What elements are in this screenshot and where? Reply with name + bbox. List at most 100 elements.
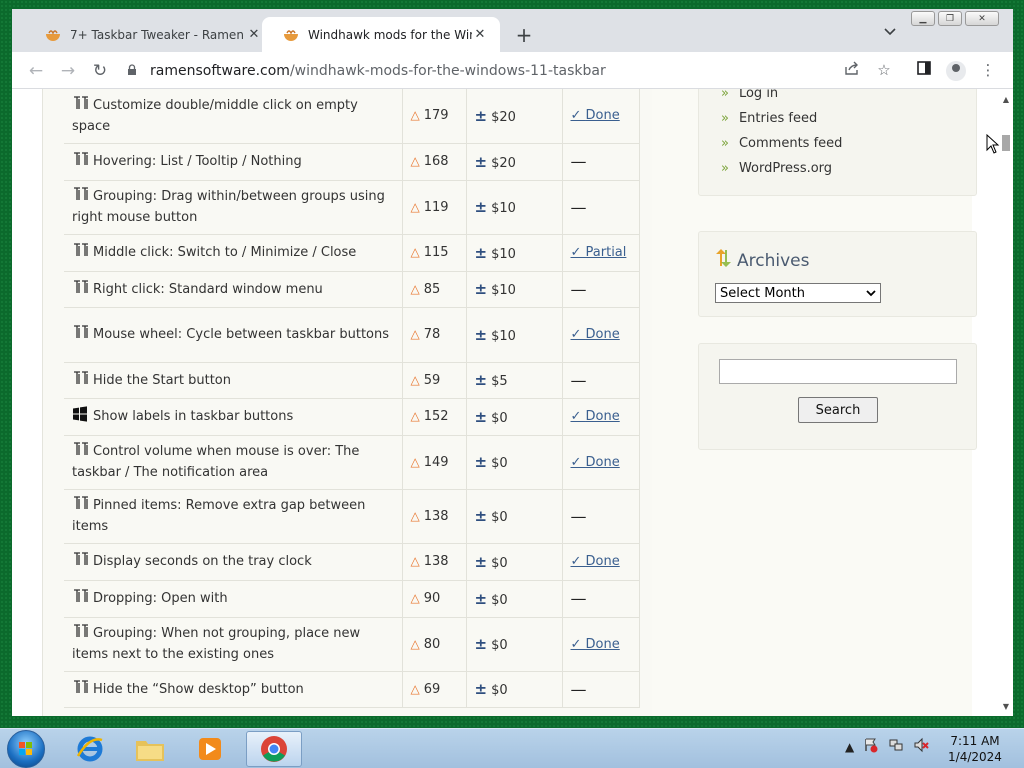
warning-triangle-icon: △	[410, 636, 420, 651]
plus-icon[interactable]: ±	[475, 326, 488, 344]
back-arrow-icon[interactable]: ←	[24, 59, 48, 83]
plus-icon[interactable]: ±	[475, 453, 488, 471]
table-row: Right click: Standard window menu △ 85 ± $10…	[64, 271, 640, 308]
status-done-link[interactable]: ✓ Done	[571, 455, 620, 470]
mod-name-cell: Control volume when mouse is over: The t…	[64, 435, 403, 490]
volume-muted-icon[interactable]	[913, 737, 929, 756]
status-done-link[interactable]: ✓ Done	[571, 554, 620, 569]
status-done-link[interactable]: ✓ Done	[571, 409, 620, 424]
plus-icon[interactable]: ±	[475, 280, 488, 298]
archives-heading: Archives	[715, 248, 976, 273]
plus-icon[interactable]: ±	[475, 507, 488, 525]
meta-link-comments-feed[interactable]: » Comments feed	[699, 131, 976, 156]
7tt-icon	[72, 324, 90, 340]
mod-name-cell: Mouse wheel: Cycle between taskbar butto…	[64, 307, 403, 363]
start-button-windows-icon[interactable]	[7, 730, 45, 768]
close-window-icon[interactable]: ✕	[965, 11, 999, 26]
status-done-link[interactable]: ✓ Done	[571, 108, 620, 123]
meta-link-wordpress[interactable]: » WordPress.org	[699, 156, 976, 181]
plus-icon[interactable]: ±	[475, 680, 488, 698]
mouse-cursor-icon	[986, 133, 1000, 158]
share-icon[interactable]	[842, 61, 862, 79]
maximize-icon[interactable]: ❐	[938, 11, 962, 26]
status-done-link[interactable]: ✓ Done	[571, 637, 620, 652]
meta-link-entries-feed[interactable]: » Entries feed	[699, 106, 976, 131]
status-none: —	[570, 679, 587, 699]
archives-month-select[interactable]: Select Month	[715, 283, 881, 303]
status-none: —	[570, 506, 587, 526]
forward-arrow-icon[interactable]: →	[56, 59, 80, 83]
system-clock[interactable]: 7:11 AM 1/4/2024	[935, 733, 1015, 765]
mod-name: Right click: Standard window menu	[93, 281, 323, 297]
status-cell: —	[562, 489, 640, 544]
plus-icon[interactable]: ±	[475, 408, 488, 426]
page-viewport: Customize double/middle click on empty s…	[12, 89, 999, 716]
plus-icon[interactable]: ±	[475, 553, 488, 571]
status-cell: ✓ Partial	[562, 234, 640, 272]
new-tab-plus-icon[interactable]: +	[512, 23, 536, 47]
price-value: $0	[491, 456, 508, 471]
price-value: $0	[491, 510, 508, 525]
status-cell: ✓ Done	[562, 307, 640, 363]
7tt-icon	[72, 679, 90, 695]
side-panel-icon[interactable]	[914, 61, 934, 79]
table-row: Display seconds on the tray clock △ 138 ± $0…	[64, 543, 640, 581]
status-cell: —	[562, 143, 640, 181]
price-cell: ± $5	[466, 362, 563, 399]
tab-search-chevron-icon[interactable]	[884, 25, 896, 39]
tab-7tt[interactable]: 7+ Taskbar Tweaker - Ramen Sof ✕	[24, 17, 274, 52]
chrome-taskbar-icon[interactable]	[246, 731, 302, 767]
address-bar[interactable]: ramensoftware.com/windhawk-mods-for-the-…	[122, 57, 922, 85]
ramen-bowl-icon	[44, 27, 62, 43]
status-cell: ✓ Done	[562, 617, 640, 672]
price-cell: ± $0	[466, 580, 563, 618]
network-icon[interactable]	[888, 737, 904, 756]
internet-explorer-icon[interactable]	[62, 731, 118, 767]
tab-windhawk[interactable]: Windhawk mods for the Windows ✕	[262, 17, 500, 52]
action-center-flag-icon[interactable]	[863, 737, 879, 756]
votes-cell: △ 149	[402, 435, 467, 490]
search-button[interactable]: Search	[798, 397, 878, 423]
plus-icon[interactable]: ±	[475, 244, 488, 262]
plus-icon[interactable]: ±	[475, 198, 488, 216]
status-cell: —	[562, 580, 640, 618]
raquo-icon: »	[721, 111, 729, 126]
show-hidden-icons-icon[interactable]: ▲	[845, 740, 854, 754]
mod-name: Middle click: Switch to / Minimize / Clo…	[93, 245, 357, 260]
kebab-menu-icon[interactable]: ⋮	[978, 61, 998, 79]
media-player-icon[interactable]	[182, 731, 238, 767]
price-cell: ± $10	[466, 234, 563, 272]
price-value: $0	[491, 592, 508, 608]
7tt-icon	[72, 441, 90, 457]
bookmark-star-icon[interactable]: ☆	[874, 61, 894, 79]
votes-count: 115	[423, 245, 449, 260]
plus-icon[interactable]: ±	[475, 107, 488, 125]
reload-icon[interactable]: ↻	[88, 59, 112, 83]
raquo-icon: »	[721, 161, 729, 176]
meta-link-login[interactable]: » Log in	[699, 89, 976, 106]
select-value: Select Month	[720, 285, 805, 301]
table-row: Hide the “Show desktop” button △ 69 ± $0—	[64, 671, 640, 708]
scroll-down-arrow-icon[interactable]: ▼	[999, 700, 1013, 714]
minimize-icon[interactable]: ▁	[911, 11, 935, 26]
plus-icon[interactable]: ±	[475, 590, 488, 608]
plus-icon[interactable]: ±	[475, 371, 488, 389]
price-cell: ± $0	[466, 489, 563, 544]
plus-icon[interactable]: ±	[475, 153, 488, 171]
search-input[interactable]	[719, 359, 957, 384]
plus-icon[interactable]: ±	[475, 635, 488, 653]
tab-close-icon[interactable]: ✕	[246, 27, 262, 42]
page-scrollbar[interactable]: ▲ ▼	[999, 89, 1013, 716]
status-cell: —	[562, 180, 640, 235]
scroll-thumb[interactable]	[1002, 135, 1010, 151]
file-explorer-icon[interactable]	[122, 731, 178, 767]
7tt-icon	[72, 623, 90, 639]
status-partial-link[interactable]: ✓ Partial	[571, 245, 627, 260]
status-done-link[interactable]: ✓ Done	[571, 327, 620, 342]
tab-close-icon[interactable]: ✕	[472, 27, 488, 42]
url-domain: ramensoftware.com	[150, 63, 290, 79]
votes-count: 90	[423, 591, 441, 606]
scroll-up-arrow-icon[interactable]: ▲	[999, 93, 1013, 107]
profile-avatar-icon[interactable]	[946, 61, 966, 81]
votes-count: 138	[423, 508, 449, 524]
